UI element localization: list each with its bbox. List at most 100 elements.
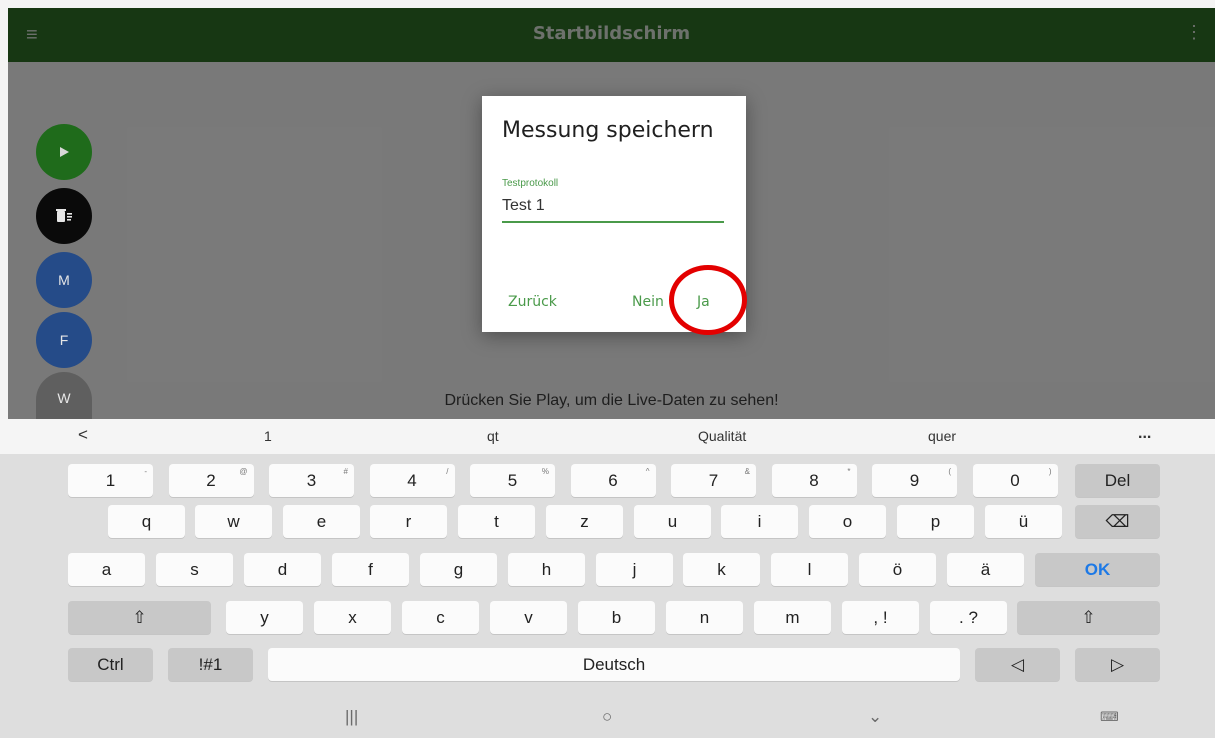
- key-w[interactable]: w: [195, 505, 272, 538]
- trash-icon: [56, 209, 72, 222]
- key-0[interactable]: 0): [972, 464, 1058, 497]
- key-v[interactable]: v: [490, 601, 567, 634]
- key-label: f: [368, 559, 373, 579]
- comma-key[interactable]: , !: [842, 601, 919, 634]
- key-x[interactable]: x: [314, 601, 391, 634]
- key-u[interactable]: u: [634, 505, 711, 538]
- key-2[interactable]: 2 @: [168, 464, 254, 497]
- key-label: w: [227, 511, 240, 531]
- delete-key[interactable]: Del: [1075, 464, 1160, 497]
- key-secondary-label: &: [744, 467, 750, 476]
- key-6[interactable]: 6 ^: [570, 464, 656, 497]
- key-z[interactable]: z: [546, 505, 623, 538]
- key-label: 8: [809, 470, 819, 490]
- play-button[interactable]: [36, 124, 92, 180]
- key-g[interactable]: g: [420, 553, 497, 586]
- delete-button[interactable]: [36, 188, 92, 244]
- w-button[interactable]: W: [36, 372, 92, 420]
- key-4[interactable]: 4/: [369, 464, 455, 497]
- key-secondary-label: %: [541, 467, 549, 476]
- key-8[interactable]: 8 *: [771, 464, 857, 497]
- key-n[interactable]: n: [666, 601, 743, 634]
- key-secondary-label: @: [239, 467, 248, 476]
- key-b[interactable]: b: [578, 601, 655, 634]
- key-a[interactable]: a: [68, 553, 145, 586]
- key-label: b: [611, 607, 622, 627]
- backspace-key[interactable]: ⌫: [1075, 505, 1160, 538]
- key-label: ◁: [1010, 654, 1025, 674]
- recents-icon[interactable]: |||: [345, 707, 358, 727]
- key-label: Ctrl: [97, 654, 124, 674]
- suggestion-item[interactable]: quer: [928, 428, 956, 444]
- key-5[interactable]: 5%: [470, 464, 555, 497]
- key-j[interactable]: j: [596, 553, 673, 586]
- key-label: a: [101, 559, 112, 579]
- shift-key-right[interactable]: ⇧: [1017, 601, 1160, 634]
- key-label: j: [632, 559, 637, 579]
- keyboard-switch-icon[interactable]: ⌨: [1100, 709, 1119, 725]
- suggestion-bar: < 1 qt Qualität quer ...: [0, 419, 1215, 454]
- key-s[interactable]: s: [156, 553, 233, 586]
- key-ä[interactable]: ä: [947, 553, 1024, 586]
- key-l[interactable]: l: [771, 553, 848, 586]
- period-key[interactable]: . ?: [930, 601, 1007, 634]
- key-label: 5: [507, 470, 518, 490]
- key-secondary-label: *: [847, 467, 851, 476]
- key-c[interactable]: c: [402, 601, 479, 634]
- key-d[interactable]: d: [244, 553, 321, 586]
- ok-key[interactable]: OK: [1035, 553, 1160, 586]
- key-y[interactable]: y: [226, 601, 303, 634]
- suggestion-back-icon[interactable]: <: [78, 425, 88, 445]
- ctrl-key[interactable]: Ctrl: [68, 648, 153, 681]
- key-7[interactable]: 7 &: [671, 464, 756, 497]
- key-label: x: [348, 607, 357, 627]
- key-label: c: [436, 607, 445, 627]
- key-f[interactable]: f: [332, 553, 409, 586]
- key-ü[interactable]: ü: [985, 505, 1062, 538]
- key-label: n: [699, 607, 710, 627]
- key-1[interactable]: 1-: [68, 464, 153, 497]
- back-button[interactable]: Zurück: [508, 294, 557, 310]
- key-e[interactable]: e: [283, 505, 360, 538]
- suggestion-item[interactable]: Qualität: [698, 428, 746, 444]
- no-button[interactable]: Nein: [632, 294, 664, 310]
- key-label: m: [785, 607, 800, 627]
- key-label: ⌫: [1105, 511, 1130, 531]
- cursor-left-key[interactable]: ◁: [975, 648, 1060, 681]
- f-button[interactable]: F: [36, 312, 92, 368]
- key-3[interactable]: 3 #: [269, 464, 354, 497]
- key-label: q: [141, 511, 152, 531]
- space-key[interactable]: Deutsch: [268, 648, 960, 681]
- key-label: ▷: [1110, 654, 1125, 674]
- symbols-key[interactable]: !#1: [168, 648, 253, 681]
- suggestion-item[interactable]: 1: [264, 428, 272, 444]
- key-label: !#1: [198, 654, 223, 674]
- key-k[interactable]: k: [683, 553, 760, 586]
- key-o[interactable]: o: [809, 505, 886, 538]
- key-label: s: [190, 559, 199, 579]
- key-m[interactable]: m: [754, 601, 831, 634]
- key-p[interactable]: p: [897, 505, 974, 538]
- suggestion-item[interactable]: qt: [487, 428, 499, 444]
- yes-button[interactable]: Ja: [697, 294, 710, 310]
- key-h[interactable]: h: [508, 553, 585, 586]
- key-label: k: [717, 559, 726, 579]
- home-icon[interactable]: ○: [602, 707, 612, 727]
- key-i[interactable]: i: [721, 505, 798, 538]
- key-9[interactable]: 9(: [872, 464, 957, 497]
- key-secondary-label: -: [144, 467, 147, 476]
- protocol-name-input[interactable]: [502, 191, 724, 223]
- key-ö[interactable]: ö: [859, 553, 936, 586]
- key-label: o: [842, 511, 853, 531]
- back-nav-icon[interactable]: ⌄: [868, 707, 882, 727]
- key-q[interactable]: q: [108, 505, 185, 538]
- key-label: ⇧: [1081, 607, 1096, 627]
- shift-key-left[interactable]: ⇧: [68, 601, 211, 634]
- cursor-right-key[interactable]: ▷: [1075, 648, 1160, 681]
- key-t[interactable]: t: [458, 505, 535, 538]
- key-r[interactable]: r: [370, 505, 447, 538]
- more-suggestions-icon[interactable]: ...: [1138, 425, 1151, 443]
- m-button[interactable]: M: [36, 252, 92, 308]
- save-measurement-dialog: Messung speichern Testprotokoll Zurück N…: [482, 96, 746, 332]
- key-label: e: [316, 511, 327, 531]
